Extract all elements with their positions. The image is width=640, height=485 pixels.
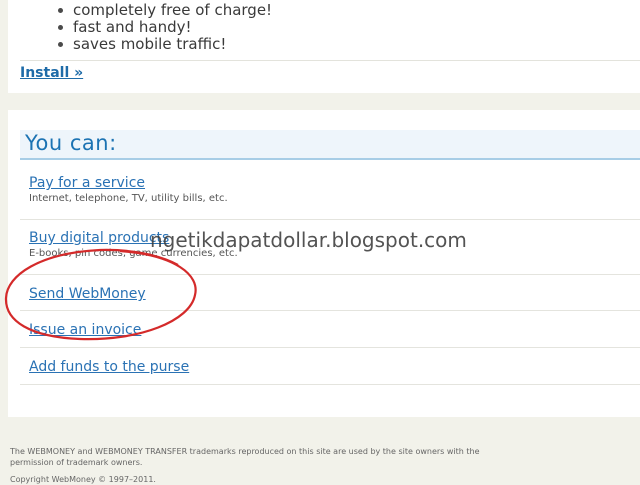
feature-text: completely free of charge! — [73, 1, 273, 19]
feature-item: fast and handy! — [58, 19, 272, 36]
features-panel: completely free of charge! fast and hand… — [8, 0, 640, 93]
action-add-funds: Add funds to the purse — [29, 359, 640, 375]
section-title: You can: — [25, 131, 117, 155]
divider — [20, 384, 640, 385]
divider — [20, 347, 640, 348]
bullet-icon — [58, 25, 63, 30]
trademark-notice-cont: permission of trademark owners. — [10, 458, 143, 467]
bullet-icon — [58, 8, 63, 13]
action-pay-for-service: Pay for a service Internet, telephone, T… — [29, 175, 640, 204]
trademark-notice: The WEBMONEY and WEBMONEY TRANSFER trade… — [10, 447, 480, 456]
divider — [20, 219, 640, 220]
pay-for-service-description: Internet, telephone, TV, utility bills, … — [29, 193, 228, 204]
watermark-text: ngetikdapatdollar.blogspot.com — [150, 228, 467, 252]
feature-item: saves mobile traffic! — [58, 36, 272, 53]
pay-for-service-link[interactable]: Pay for a service — [29, 175, 640, 191]
highlight-circle — [4, 248, 197, 341]
bullet-icon — [58, 42, 63, 47]
divider — [20, 60, 640, 61]
feature-text: fast and handy! — [73, 18, 192, 36]
features-list: completely free of charge! fast and hand… — [58, 2, 272, 53]
install-link[interactable]: Install » — [20, 65, 83, 81]
footer: The WEBMONEY and WEBMONEY TRANSFER trade… — [10, 446, 620, 485]
feature-text: saves mobile traffic! — [73, 35, 227, 53]
section-header: You can: — [20, 130, 640, 160]
add-funds-link[interactable]: Add funds to the purse — [29, 359, 640, 375]
feature-item: completely free of charge! — [58, 2, 272, 19]
